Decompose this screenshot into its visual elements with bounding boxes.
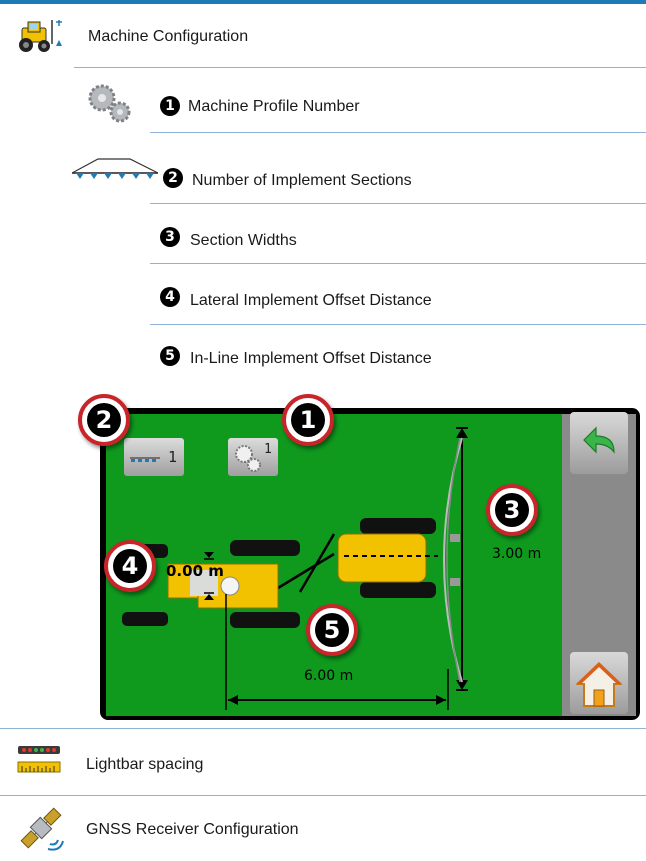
boom-sections-icon	[71, 157, 159, 184]
back-arrow-icon	[583, 426, 615, 454]
item-number-1: 1	[160, 96, 180, 116]
satellite-icon	[16, 806, 66, 859]
back-button[interactable]	[570, 412, 628, 474]
divider	[150, 132, 646, 133]
divider	[150, 263, 646, 264]
divider	[150, 324, 646, 325]
inline-offset-value: 6.00 m	[304, 668, 354, 684]
home-button[interactable]	[570, 652, 628, 714]
lightbar-icon	[16, 744, 62, 781]
callout-1: 1	[282, 394, 334, 446]
divider	[0, 728, 646, 729]
item-number-5: 5	[160, 346, 180, 366]
gnss-receiver-label: GNSS Receiver Configuration	[86, 821, 299, 838]
item-number-3: 3	[160, 227, 180, 247]
callout-4: 4	[104, 540, 156, 592]
tractor-icon	[16, 18, 64, 59]
item-label-profile-number: Machine Profile Number	[188, 98, 360, 115]
page-title: Machine Configuration	[88, 28, 249, 45]
gears-icon	[86, 82, 136, 129]
item-label-implement-sections: Number of Implement Sections	[192, 172, 412, 189]
item-number-2: 2	[163, 168, 183, 188]
top-accent-bar	[0, 0, 646, 4]
lateral-offset-value: 0.00 m	[166, 562, 224, 580]
divider	[0, 795, 646, 796]
callout-5: 5	[306, 604, 358, 656]
item-label-inline-offset: In-Line Implement Offset Distance	[190, 350, 432, 367]
divider	[74, 67, 646, 68]
home-icon	[575, 662, 623, 707]
callout-3: 3	[486, 484, 538, 536]
section-width-value: 3.00 m	[492, 546, 542, 562]
item-label-section-widths: Section Widths	[190, 232, 297, 249]
callout-2: 2	[78, 394, 130, 446]
item-number-4: 4	[160, 287, 180, 307]
item-label-lateral-offset: Lateral Implement Offset Distance	[190, 292, 432, 309]
divider	[150, 203, 646, 204]
device-screen: 1 1 0.00 m 3.00 m 6.00 m	[100, 408, 640, 720]
lightbar-spacing-label: Lightbar spacing	[86, 756, 204, 773]
